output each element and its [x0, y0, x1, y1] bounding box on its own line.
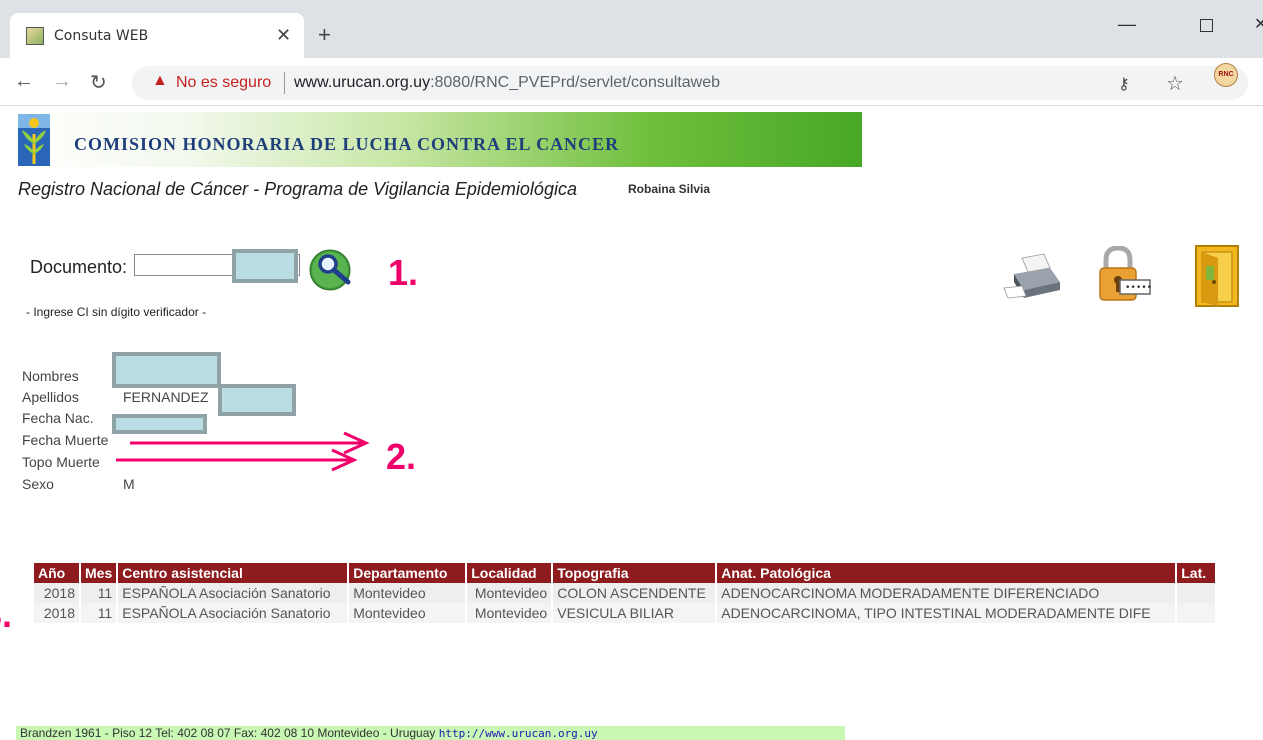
page-footer: Brandzen 1961 - Piso 12 Tel: 402 08 07 F…	[16, 726, 845, 740]
sexo-label: Sexo	[22, 476, 54, 492]
topo-muerte-label: Topo Muerte	[22, 454, 100, 470]
maximize-icon[interactable]	[1200, 19, 1213, 32]
address-bar[interactable]: ▲ No es seguro www.urucan.org.uy:8080/RN…	[132, 66, 1248, 100]
page-subtitle: Registro Nacional de Cáncer - Programa d…	[18, 179, 577, 199]
cell-anat-patologica: ADENOCARCINOMA, TIPO INTESTINAL MODERADA…	[716, 603, 1178, 623]
close-tab-icon[interactable]: ✕	[276, 25, 291, 46]
cell-topografia: COLON ASCENDENTE	[552, 583, 718, 603]
documento-hint: - Ingrese CI sin dígito verificador -	[26, 305, 207, 319]
cell-mes: 11	[80, 603, 119, 623]
apellidos-label: Apellidos	[22, 389, 79, 405]
nombres-label: Nombres	[22, 368, 79, 384]
browser-toolbar: ← → ↻ ▲ No es seguro www.urucan.org.uy:8…	[0, 58, 1263, 106]
browser-tab[interactable]: Consuta WEB ✕	[10, 13, 304, 58]
cell-centro: ESPAÑOLA Asociación Sanatorio	[117, 583, 350, 603]
back-icon[interactable]: ←	[14, 70, 34, 93]
svg-text:•••••: •••••	[1125, 283, 1152, 293]
header-topografia: Topografia	[552, 563, 718, 583]
header-banner: COMISION HONORARIA DE LUCHA CONTRA EL CA…	[14, 112, 862, 167]
exit-door-icon[interactable]	[1194, 244, 1240, 308]
cell-localidad: Montevideo	[466, 603, 554, 623]
cell-ano: 2018	[34, 583, 81, 603]
url-host: www.urucan.org.uy	[294, 74, 431, 91]
redaction-box	[232, 249, 298, 283]
redaction-box	[112, 352, 221, 388]
url-text[interactable]: www.urucan.org.uy:8080/RNC_PVEPrd/servle…	[294, 74, 720, 92]
header-departamento: Departamento	[348, 563, 468, 583]
address-divider	[284, 72, 285, 94]
chlcc-logo-icon	[18, 114, 50, 166]
tab-bar: Consuta WEB ✕ + — ✕	[0, 0, 1263, 58]
url-path: :8080/RNC_PVEPrd/servlet/consultaweb	[430, 74, 720, 91]
redaction-box	[218, 384, 296, 416]
profile-avatar[interactable]: RNC	[1214, 63, 1238, 87]
annotation-arrows	[116, 431, 370, 472]
cell-topografia: VESICULA BILIAR	[552, 603, 718, 623]
search-button[interactable]	[308, 244, 358, 292]
results-table: Año Mes Centro asistencial Departamento …	[34, 563, 1218, 623]
user-name: Robaina Silvia	[628, 182, 711, 196]
cell-ano: 2018	[34, 603, 81, 623]
bookmark-star-icon[interactable]: ☆	[1166, 71, 1184, 96]
table-header-row: Año Mes Centro asistencial Departamento …	[34, 563, 1218, 583]
footer-address: Brandzen 1961 - Piso 12 Tel: 402 08 07 F…	[20, 726, 436, 740]
cell-mes: 11	[80, 583, 119, 603]
cell-centro: ESPAÑOLA Asociación Sanatorio	[117, 603, 350, 623]
header-lat: Lat.	[1176, 563, 1218, 583]
header-centro: Centro asistencial	[117, 563, 350, 583]
annotation-3: 3.	[0, 594, 13, 635]
reload-icon[interactable]: ↻	[90, 70, 107, 95]
table-row[interactable]: 2018 11 ESPAÑOLA Asociación Sanatorio Mo…	[34, 583, 1218, 603]
close-window-icon[interactable]: ✕	[1254, 14, 1263, 34]
forward-icon[interactable]: →	[52, 70, 72, 93]
banner-title: COMISION HONORARIA DE LUCHA CONTRA EL CA…	[74, 134, 620, 154]
warning-icon: ▲	[152, 72, 168, 89]
printer-icon[interactable]	[1000, 248, 1064, 302]
header-mes: Mes	[80, 563, 119, 583]
header-localidad: Localidad	[466, 563, 554, 583]
cell-departamento: Montevideo	[348, 583, 468, 603]
header-ano: Año	[34, 563, 81, 583]
cell-departamento: Montevideo	[348, 603, 468, 623]
cell-lat	[1176, 583, 1218, 603]
key-icon[interactable]: ⚷	[1118, 74, 1130, 94]
security-status[interactable]: No es seguro	[176, 74, 271, 92]
new-tab-button[interactable]: +	[318, 22, 331, 48]
table-row[interactable]: 2018 11 ESPAÑOLA Asociación Sanatorio Mo…	[34, 603, 1218, 623]
header-anat-patologica: Anat. Patológica	[716, 563, 1178, 583]
apellidos-value: FERNANDEZ	[123, 389, 209, 405]
annotation-1: 1.	[388, 252, 419, 293]
tab-title: Consuta WEB	[54, 28, 149, 44]
cell-lat	[1176, 603, 1218, 623]
documento-label: Documento:	[30, 257, 128, 277]
minimize-icon[interactable]: —	[1118, 14, 1136, 35]
cell-localidad: Montevideo	[466, 583, 554, 603]
fecha-muerte-label: Fecha Muerte	[22, 432, 109, 448]
fecha-nac-label: Fecha Nac.	[22, 410, 94, 426]
lock-password-icon[interactable]: •••••	[1096, 246, 1152, 304]
cell-anat-patologica: ADENOCARCINOMA MODERADAMENTE DIFERENCIAD…	[716, 583, 1178, 603]
site-favicon-icon	[26, 27, 44, 45]
annotation-2: 2.	[386, 436, 417, 477]
footer-link[interactable]: http://www.urucan.org.uy	[439, 727, 598, 740]
